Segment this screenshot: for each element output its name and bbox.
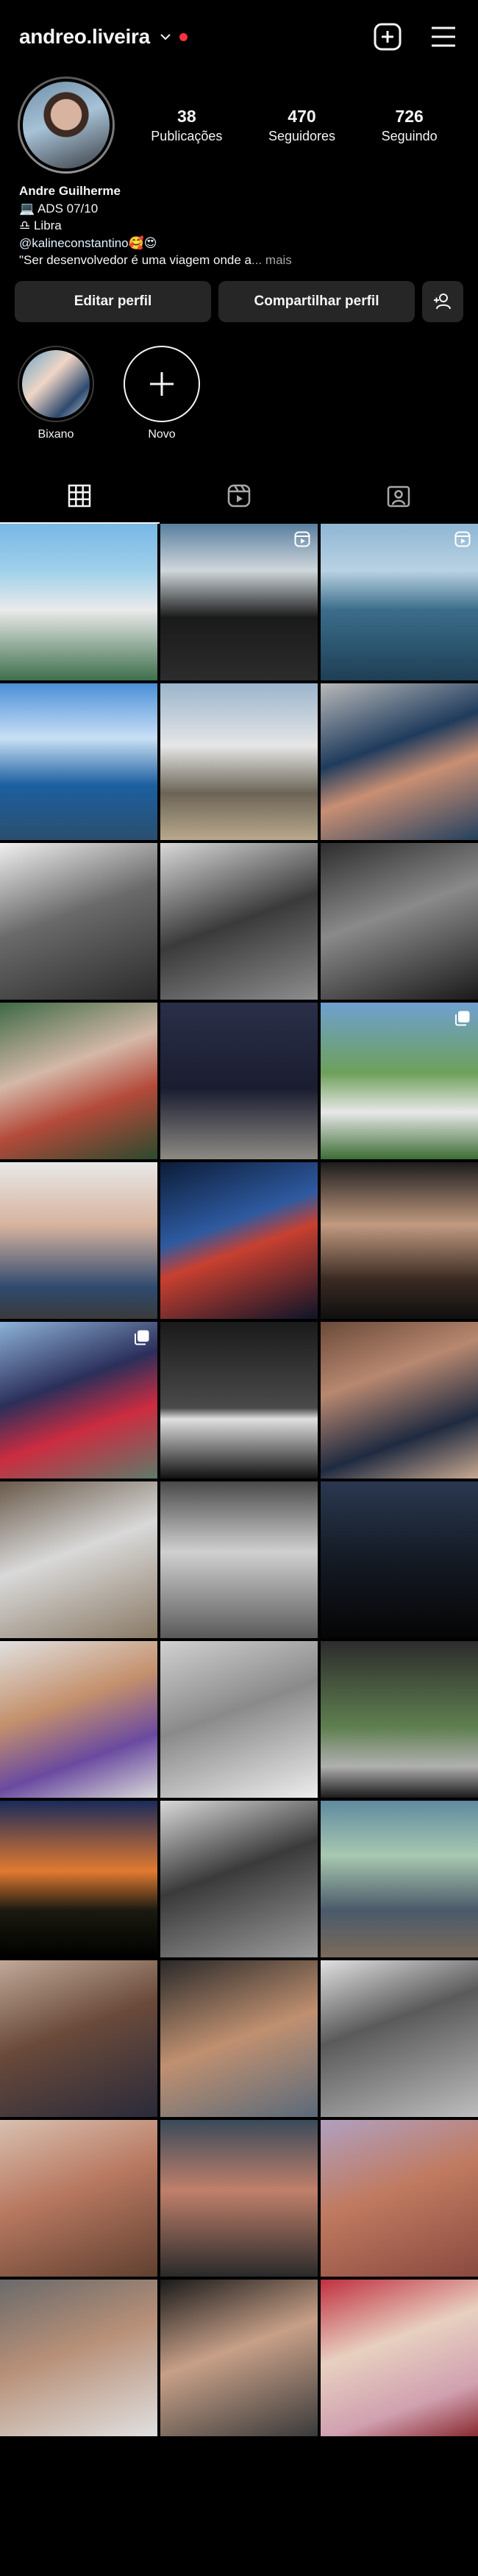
plus-icon — [150, 371, 174, 396]
post-thumbnail[interactable] — [0, 1640, 157, 1798]
post-thumbnail[interactable] — [0, 683, 157, 840]
chevron-down-icon[interactable] — [159, 30, 172, 43]
profile-actions: Editar perfil Compartilhar perfil — [0, 269, 478, 322]
post-thumbnail[interactable] — [0, 1321, 157, 1479]
multi-photo-badge-icon — [135, 1330, 149, 1345]
top-bar: andreo.liveira — [0, 0, 478, 74]
post-thumbnail[interactable] — [0, 2279, 157, 2436]
highlight-label: Bixano — [38, 427, 74, 441]
post-thumbnail[interactable] — [160, 1002, 318, 1159]
tab-reels[interactable] — [160, 468, 319, 524]
profile-tabs — [0, 468, 478, 524]
highlight-cover — [22, 349, 90, 418]
post-thumbnail[interactable] — [321, 1002, 478, 1159]
reel-badge-icon — [294, 531, 310, 547]
bio: Andre Guilherme 💻 ADS 07/10 ♎ Libra @kal… — [0, 177, 478, 269]
post-thumbnail[interactable] — [160, 1481, 318, 1638]
add-person-icon — [434, 293, 451, 309]
grid-icon — [68, 484, 91, 507]
avatar[interactable] — [18, 77, 115, 174]
followers-count: 470 — [288, 106, 316, 126]
post-thumbnail[interactable] — [160, 842, 318, 1000]
posts-stat[interactable]: 38 Publicações — [151, 107, 222, 144]
profile-header: 38 Publicações 470 Seguidores 726 Seguin… — [0, 74, 478, 177]
share-profile-button[interactable]: Compartilhar perfil — [218, 280, 415, 322]
post-thumbnail[interactable] — [321, 1481, 478, 1638]
post-thumbnail[interactable] — [160, 1800, 318, 1957]
reel-badge-icon — [454, 531, 471, 547]
post-thumbnail[interactable] — [321, 1321, 478, 1479]
create-post-icon[interactable] — [372, 21, 403, 52]
followers-stat[interactable]: 470 Seguidores — [268, 107, 335, 144]
post-thumbnail[interactable] — [0, 523, 157, 680]
post-thumbnail[interactable] — [321, 2119, 478, 2277]
post-thumbnail[interactable] — [160, 683, 318, 840]
bio-line-1: 💻 ADS 07/10 — [19, 201, 99, 216]
post-thumbnail[interactable] — [0, 1800, 157, 1957]
posts-grid — [0, 523, 478, 2436]
post-thumbnail[interactable] — [321, 1161, 478, 1319]
post-thumbnail[interactable] — [321, 2279, 478, 2436]
post-thumbnail[interactable] — [160, 1640, 318, 1798]
full-name: Andre Guilherme — [19, 184, 121, 198]
posts-label: Publicações — [151, 128, 223, 143]
highlight-item[interactable]: Bixano — [15, 345, 97, 441]
post-thumbnail[interactable] — [160, 2119, 318, 2277]
highlight-label: Novo — [148, 427, 176, 441]
following-count: 726 — [395, 106, 424, 126]
post-thumbnail[interactable] — [321, 842, 478, 1000]
bio-line-2: ♎ Libra — [19, 218, 62, 232]
tagged-icon — [387, 485, 410, 507]
post-thumbnail[interactable] — [0, 1002, 157, 1159]
post-thumbnail[interactable] — [0, 2119, 157, 2277]
post-thumbnail[interactable] — [160, 1161, 318, 1319]
post-thumbnail[interactable] — [0, 1960, 157, 2117]
new-highlight-button[interactable]: Novo — [121, 345, 203, 441]
post-thumbnail[interactable] — [321, 1960, 478, 2117]
multi-photo-badge-icon — [455, 1011, 470, 1025]
post-thumbnail[interactable] — [321, 1800, 478, 1957]
post-thumbnail[interactable] — [321, 523, 478, 680]
followers-label: Seguidores — [268, 128, 336, 143]
discover-people-button[interactable] — [422, 280, 463, 322]
post-thumbnail[interactable] — [321, 683, 478, 840]
post-thumbnail[interactable] — [321, 1640, 478, 1798]
post-thumbnail[interactable] — [0, 842, 157, 1000]
menu-icon[interactable] — [428, 21, 459, 52]
bio-quote: "Ser desenvolvedor é uma viagem onde a — [19, 253, 252, 267]
post-thumbnail[interactable] — [160, 1321, 318, 1479]
username[interactable]: andreo.liveira — [19, 25, 150, 49]
bio-more-link[interactable]: ... mais — [252, 253, 292, 267]
posts-count: 38 — [177, 106, 196, 126]
post-thumbnail[interactable] — [160, 1960, 318, 2117]
bio-line-4: "Ser desenvolvedor é uma viagem onde a..… — [19, 252, 459, 269]
post-thumbnail[interactable] — [160, 2279, 318, 2436]
following-label: Seguindo — [381, 128, 438, 143]
notification-dot — [179, 32, 188, 41]
edit-profile-button[interactable]: Editar perfil — [15, 280, 211, 322]
tab-tagged[interactable] — [318, 468, 478, 524]
reels-icon — [227, 484, 251, 507]
post-thumbnail[interactable] — [0, 1481, 157, 1638]
story-highlights: Bixano Novo — [0, 322, 478, 441]
bio-mention-link[interactable]: @kalineconstantino🥰😍 — [19, 235, 459, 252]
post-thumbnail[interactable] — [160, 523, 318, 680]
tab-posts[interactable] — [0, 468, 160, 524]
following-stat[interactable]: 726 Seguindo — [382, 107, 438, 144]
post-thumbnail[interactable] — [0, 1161, 157, 1319]
